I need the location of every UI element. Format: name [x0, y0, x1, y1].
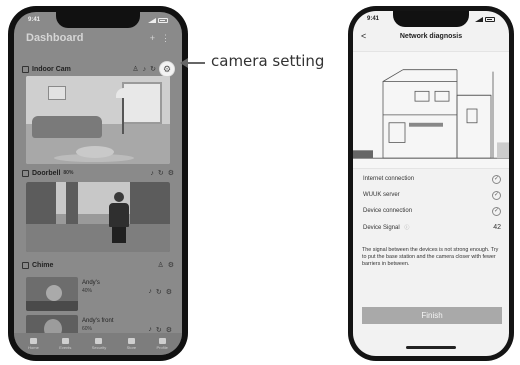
- indoor-cam-feed[interactable]: [26, 76, 170, 164]
- bell-icon[interactable]: ♪: [148, 288, 152, 296]
- page-title: Dashboard: [26, 32, 84, 44]
- info-icon[interactable]: ⓘ: [404, 225, 409, 231]
- callout-arrow-icon: [180, 58, 205, 68]
- gear-icon[interactable]: ⚙: [166, 288, 172, 296]
- signal-icon: [148, 17, 156, 23]
- gear-icon[interactable]: ⚙: [168, 169, 174, 177]
- doorbell-icon: [22, 169, 29, 177]
- tab-home[interactable]: Home: [28, 338, 39, 350]
- device-row-chime[interactable]: Chime ♙ ⚙: [22, 258, 174, 272]
- diagnosis-label: Internet connection: [363, 176, 415, 182]
- status-time: 9:41: [28, 17, 41, 23]
- gear-icon[interactable]: ⚙: [168, 261, 174, 269]
- check-circle-icon: ✓: [492, 206, 501, 216]
- network-diagnosis-screen: 9:41 < Network diagnosis Internet connec…: [353, 11, 509, 356]
- check-circle-icon: ✓: [492, 190, 501, 200]
- status-bar: 9:41: [353, 11, 509, 25]
- tab-security[interactable]: Security: [92, 338, 106, 350]
- sub-device-name: Andy's front: [82, 318, 114, 324]
- camera-name: Doorbell: [32, 169, 61, 177]
- store-icon: [127, 338, 135, 344]
- sub-device-thumbnail[interactable]: [26, 277, 78, 311]
- dashboard-phone: 9:41 Dashboard + ⋮ Indoor Cam ♙ ♪ ↻ ⚙ Do…: [8, 6, 188, 361]
- battery-icon: [485, 16, 495, 22]
- sub-device-name: Andy's: [82, 280, 100, 286]
- signal-value: 42: [493, 223, 501, 231]
- home-icon: [30, 338, 37, 344]
- diagnosis-label: Device connection: [363, 208, 413, 214]
- tab-store[interactable]: Store: [127, 338, 136, 350]
- status-bar: 9:41: [14, 12, 182, 26]
- sub-device-item[interactable]: Andy's 40% ♪ ↻ ⚙: [82, 280, 174, 310]
- diagnosis-row: Device connection ✓: [363, 203, 501, 219]
- check-circle-icon: ✓: [492, 174, 501, 184]
- gear-icon: ⚙: [162, 63, 172, 74]
- camera-icon: [22, 65, 29, 73]
- profile-icon: [158, 338, 166, 344]
- status-time: 9:41: [367, 16, 380, 22]
- replay-icon[interactable]: ↻: [150, 65, 156, 73]
- battery-level: 80%: [63, 170, 74, 176]
- tab-profile[interactable]: Profile: [156, 338, 168, 350]
- bottom-tab-bar: Home Events Security Store Profile: [14, 333, 182, 355]
- add-device-button[interactable]: +: [150, 33, 155, 44]
- callout-label: camera setting: [211, 52, 325, 70]
- person-icon: ♙: [132, 66, 139, 73]
- dashboard-header: Dashboard + ⋮: [14, 27, 182, 49]
- shield-icon: [95, 338, 103, 344]
- diagnosis-label: WUUK server: [363, 192, 400, 198]
- camera-row-indoor[interactable]: Indoor Cam ♙ ♪ ↻ ⚙: [22, 62, 174, 76]
- page-title: Network diagnosis: [399, 32, 463, 40]
- chime-icon: [22, 261, 29, 269]
- diagnosis-list: Internet connection ✓ WUUK server ✓ Devi…: [363, 171, 501, 235]
- tab-events[interactable]: Events: [59, 338, 71, 350]
- signal-icon: [475, 16, 483, 22]
- replay-icon[interactable]: ↻: [158, 169, 164, 177]
- doorbell-feed[interactable]: [26, 182, 170, 252]
- camera-settings-button[interactable]: ⚙: [160, 62, 174, 76]
- camera-name: Indoor Cam: [32, 65, 71, 73]
- events-icon: [61, 338, 69, 344]
- battery-icon: [158, 17, 168, 23]
- diagnosis-row: Device Signal ⓘ 42: [363, 219, 501, 235]
- device-name: Chime: [32, 261, 54, 269]
- finish-button[interactable]: Finish: [362, 307, 502, 324]
- bell-icon[interactable]: ♪: [150, 170, 154, 177]
- diagnosis-label: Device Signal: [363, 224, 400, 231]
- more-menu-button[interactable]: ⋮: [161, 33, 170, 44]
- camera-row-doorbell[interactable]: Doorbell 80% ♪ ↻ ⚙: [22, 166, 174, 180]
- dashboard-screen: 9:41 Dashboard + ⋮ Indoor Cam ♙ ♪ ↻ ⚙ Do…: [14, 12, 182, 355]
- diagnosis-row: Internet connection ✓: [363, 171, 501, 187]
- house-illustration: [353, 51, 509, 169]
- network-diagnosis-phone: 9:41 < Network diagnosis Internet connec…: [348, 6, 514, 361]
- person-icon: ♙: [157, 262, 164, 269]
- diagnosis-row: WUUK server ✓: [363, 187, 501, 203]
- diagnosis-message: The signal between the devices is not st…: [362, 247, 499, 268]
- bell-icon[interactable]: ♪: [143, 66, 147, 73]
- replay-icon[interactable]: ↻: [156, 288, 162, 296]
- home-indicator: [406, 346, 456, 349]
